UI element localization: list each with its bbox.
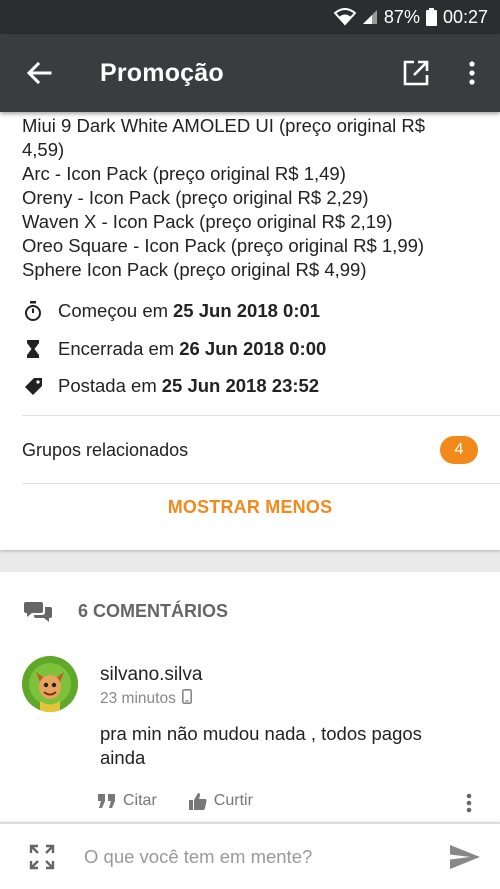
comment-more-button[interactable] — [466, 793, 472, 818]
mobile-device-icon — [181, 689, 192, 709]
send-icon — [450, 844, 480, 869]
related-groups-row[interactable]: Grupos relacionados 4 — [22, 432, 478, 468]
started-row: Começou em 25 Jun 2018 0:01 — [22, 300, 482, 322]
related-groups-label: Grupos relacionados — [22, 439, 189, 460]
avatar[interactable] — [22, 656, 78, 712]
posted-label: Postada em — [58, 375, 157, 396]
thumbs-up-icon — [188, 792, 207, 810]
tag-icon — [22, 375, 44, 397]
comment-input[interactable] — [84, 845, 430, 868]
description-line: 4,59) — [22, 139, 65, 160]
started-value: 25 Jun 2018 0:01 — [173, 300, 321, 321]
ended-row: Encerrada em 26 Jun 2018 0:00 — [22, 338, 482, 360]
chat-bubbles-icon — [24, 600, 54, 622]
like-label: Curtir — [213, 792, 253, 809]
kebab-menu-icon — [466, 793, 472, 813]
show-less-button[interactable]: MOSTRAR MENOS — [0, 497, 500, 518]
comment-composer — [0, 823, 500, 889]
quote-button[interactable]: Citar — [98, 792, 157, 810]
more-options-button[interactable] — [444, 34, 500, 112]
comments-header: 6 COMENTÁRIOS — [24, 600, 228, 622]
status-bar: 87% 00:27 — [0, 0, 500, 34]
back-button[interactable] — [0, 34, 78, 112]
deal-description: Miui 9 Dark White AMOLED UI (preço origi… — [22, 112, 482, 282]
stopwatch-icon — [22, 300, 44, 322]
open-external-button[interactable] — [388, 34, 444, 112]
open-external-icon — [403, 60, 429, 86]
started-label: Começou em — [58, 300, 169, 321]
wifi-icon — [333, 8, 356, 26]
posted-value: 25 Jun 2018 23:52 — [161, 375, 320, 396]
ended-label: Encerrada em — [58, 338, 175, 359]
app-bar: Promoção — [0, 34, 500, 112]
hourglass-icon — [22, 338, 44, 360]
battery-icon — [425, 8, 437, 26]
comments-section: 6 COMENTÁRIOS silvano.silva 23 minutos p… — [0, 572, 500, 822]
description-line: Arc - Icon Pack (preço original R$ 1,49) — [22, 163, 346, 184]
deal-card: Miui 9 Dark White AMOLED UI (preço origi… — [0, 112, 500, 550]
expand-composer-button[interactable] — [0, 844, 84, 870]
comment-username[interactable]: silvano.silva — [100, 664, 202, 686]
expand-icon — [29, 844, 55, 869]
like-button[interactable]: Curtir — [188, 792, 253, 810]
page-title: Promoção — [100, 58, 224, 87]
clock: 00:27 — [442, 6, 488, 27]
divider — [22, 415, 500, 416]
description-line: Miui 9 Dark White AMOLED UI (preço origi… — [22, 115, 426, 136]
related-groups-count-badge: 4 — [440, 436, 478, 464]
description-line: Sphere Icon Pack (preço original R$ 4,99… — [22, 259, 367, 280]
comments-count: 6 COMENTÁRIOS — [78, 600, 229, 621]
signal-icon — [362, 9, 378, 25]
quote-icon — [98, 794, 115, 808]
send-button[interactable] — [430, 844, 500, 869]
quote-label: Citar — [123, 792, 157, 809]
comment-time: 23 minutos — [100, 689, 192, 709]
comment-actions: Citar Curtir — [98, 792, 285, 810]
description-line: Oreo Square - Icon Pack (preço original … — [22, 235, 425, 256]
arrow-back-icon — [26, 61, 52, 85]
divider — [22, 483, 500, 484]
description-line: Oreny - Icon Pack (preço original R$ 2,2… — [22, 187, 369, 208]
description-line: Waven X - Icon Pack (preço original R$ 2… — [22, 211, 393, 232]
kebab-menu-icon — [469, 61, 475, 85]
comment-time-text: 23 minutos — [100, 690, 176, 707]
comment-text: pra min não mudou nada , todos pagos ain… — [100, 723, 422, 768]
posted-row: Postada em 25 Jun 2018 23:52 — [22, 375, 482, 397]
battery-percent: 87% — [383, 6, 420, 27]
ended-value: 26 Jun 2018 0:00 — [179, 338, 327, 359]
